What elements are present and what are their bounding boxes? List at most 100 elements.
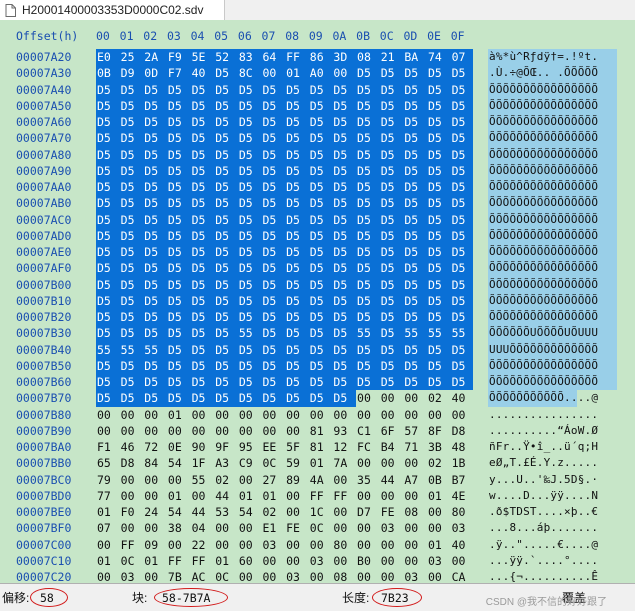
- hex-byte[interactable]: D5: [96, 179, 120, 195]
- ascii-row[interactable]: ñFr..Ÿ•î_..ü´q;H: [489, 439, 629, 455]
- hex-row[interactable]: D5 D5 D5 D5 D5 D5 D5 D5 D5 D5 D5 D5 D5 D5 D5 D5: [96, 277, 474, 293]
- hex-byte[interactable]: D5: [214, 260, 238, 276]
- hex-byte[interactable]: 00: [214, 537, 238, 553]
- hex-row[interactable]: D5 D5 D5 D5 D5 D5 D5 D5 D5 D5 D5 00 00 00 02 40: [96, 390, 474, 406]
- hex-byte[interactable]: D5: [120, 130, 144, 146]
- hex-byte[interactable]: 00: [261, 407, 285, 423]
- hex-byte[interactable]: 00: [356, 569, 380, 583]
- hex-byte[interactable]: D5: [309, 260, 333, 276]
- hex-row[interactable]: D5 D5 D5 D5 D5 D5 D5 D5 D5 D5 D5 D5 D5 D5 D5 D5: [96, 228, 474, 244]
- hex-byte[interactable]: D5: [285, 163, 309, 179]
- hex-byte[interactable]: D5: [191, 293, 215, 309]
- hex-byte[interactable]: D5: [332, 228, 356, 244]
- hex-byte[interactable]: D5: [191, 212, 215, 228]
- hex-byte[interactable]: D5: [261, 358, 285, 374]
- hex-byte[interactable]: 00: [309, 569, 333, 583]
- hex-byte[interactable]: D5: [427, 98, 451, 114]
- hex-byte[interactable]: 00: [96, 423, 120, 439]
- hex-byte[interactable]: D5: [143, 98, 167, 114]
- hex-byte[interactable]: D5: [285, 325, 309, 341]
- hex-byte[interactable]: 00: [191, 488, 215, 504]
- hex-byte[interactable]: D5: [120, 358, 144, 374]
- hex-byte[interactable]: D5: [96, 98, 120, 114]
- hex-row[interactable]: D5 D5 D5 D5 D5 D5 D5 D5 D5 D5 D5 D5 D5 D5 D5 D5: [96, 98, 474, 114]
- hex-byte[interactable]: 00: [403, 407, 427, 423]
- hex-byte[interactable]: D5: [143, 309, 167, 325]
- hex-byte[interactable]: D5: [96, 260, 120, 276]
- hex-byte[interactable]: D5: [261, 228, 285, 244]
- file-tab[interactable]: H20001400003353D0000C02.sdv: [0, 0, 225, 20]
- hex-byte[interactable]: 59: [285, 455, 309, 471]
- hex-byte[interactable]: D5: [214, 293, 238, 309]
- hex-byte[interactable]: 01: [214, 553, 238, 569]
- hex-byte[interactable]: 21: [380, 49, 404, 65]
- hex-row[interactable]: 77 00 00 01 00 44 01 01 00 FF FF 00 00 00 01 4E: [96, 488, 474, 504]
- hex-byte[interactable]: 00: [427, 569, 451, 583]
- hex-byte[interactable]: D5: [167, 358, 191, 374]
- hex-byte[interactable]: D5: [261, 82, 285, 98]
- hex-byte[interactable]: D5: [238, 277, 262, 293]
- hex-byte[interactable]: D5: [143, 179, 167, 195]
- hex-byte[interactable]: D5: [356, 65, 380, 81]
- hex-byte[interactable]: 44: [380, 472, 404, 488]
- hex-byte[interactable]: 00: [403, 520, 427, 536]
- hex-row[interactable]: 0B D9 0D F7 40 D5 8C 00 01 A0 00 D5 D5 D5 D5 D5: [96, 65, 474, 81]
- hex-byte[interactable]: D5: [356, 342, 380, 358]
- hex-byte[interactable]: D5: [309, 358, 333, 374]
- hex-byte[interactable]: 00: [96, 537, 120, 553]
- hex-byte[interactable]: A0: [309, 65, 333, 81]
- hex-byte[interactable]: 00: [261, 569, 285, 583]
- hex-byte[interactable]: 60: [238, 553, 262, 569]
- hex-byte[interactable]: D5: [427, 179, 451, 195]
- hex-byte[interactable]: 84: [143, 455, 167, 471]
- hex-byte[interactable]: D5: [143, 277, 167, 293]
- hex-byte[interactable]: CA: [451, 569, 475, 583]
- hex-byte[interactable]: D5: [356, 277, 380, 293]
- hex-byte[interactable]: 00: [403, 455, 427, 471]
- hex-row[interactable]: 07 00 00 38 04 00 00 E1 FE 0C 00 00 03 00 00 03: [96, 520, 474, 536]
- hex-byte[interactable]: D5: [191, 179, 215, 195]
- hex-byte[interactable]: D5: [261, 325, 285, 341]
- hex-byte[interactable]: FF: [332, 488, 356, 504]
- hex-byte[interactable]: 00: [120, 488, 144, 504]
- hex-byte[interactable]: D5: [285, 179, 309, 195]
- hex-byte[interactable]: 55: [356, 325, 380, 341]
- hex-byte[interactable]: D5: [261, 195, 285, 211]
- hex-byte[interactable]: D5: [380, 260, 404, 276]
- hex-byte[interactable]: 00: [143, 520, 167, 536]
- hex-byte[interactable]: 00: [120, 423, 144, 439]
- hex-byte[interactable]: D5: [96, 195, 120, 211]
- hex-byte[interactable]: D5: [214, 325, 238, 341]
- hex-byte[interactable]: D5: [191, 390, 215, 406]
- hex-byte[interactable]: 00: [285, 488, 309, 504]
- hex-byte[interactable]: D5: [451, 293, 475, 309]
- hex-byte[interactable]: D5: [96, 358, 120, 374]
- hex-byte[interactable]: D5: [403, 228, 427, 244]
- hex-row[interactable]: D5 D5 D5 D5 D5 D5 D5 D5 D5 D5 D5 D5 D5 D5 D5 D5: [96, 130, 474, 146]
- hex-byte[interactable]: 01: [96, 553, 120, 569]
- hex-byte[interactable]: 00: [451, 407, 475, 423]
- hex-byte[interactable]: 1C: [309, 504, 333, 520]
- hex-byte[interactable]: A7: [403, 472, 427, 488]
- hex-byte[interactable]: D5: [238, 163, 262, 179]
- hex-byte[interactable]: D5: [214, 114, 238, 130]
- ascii-row[interactable]: ÕÕÕÕÕÕÕÕÕÕÕÕÕÕÕÕ: [489, 163, 629, 179]
- hex-byte[interactable]: D5: [427, 130, 451, 146]
- hex-byte[interactable]: D5: [332, 374, 356, 390]
- hex-byte[interactable]: D5: [309, 114, 333, 130]
- hex-byte[interactable]: D5: [403, 98, 427, 114]
- hex-byte[interactable]: D5: [356, 212, 380, 228]
- hex-row[interactable]: 55 55 55 D5 D5 D5 D5 D5 D5 D5 D5 D5 D5 D5 D5 D5: [96, 342, 474, 358]
- hex-byte[interactable]: 01: [238, 488, 262, 504]
- hex-byte[interactable]: 08: [356, 49, 380, 65]
- hex-byte[interactable]: 0B: [427, 472, 451, 488]
- hex-byte[interactable]: D5: [285, 147, 309, 163]
- hex-row[interactable]: 00 FF 09 00 22 00 00 03 00 00 80 00 00 00 01 40: [96, 537, 474, 553]
- hex-byte[interactable]: D5: [96, 228, 120, 244]
- hex-byte[interactable]: 00: [380, 553, 404, 569]
- hex-byte[interactable]: D5: [403, 358, 427, 374]
- hex-byte[interactable]: 01: [167, 488, 191, 504]
- hex-byte[interactable]: D5: [451, 342, 475, 358]
- hex-byte[interactable]: D5: [403, 195, 427, 211]
- hex-byte[interactable]: D5: [332, 147, 356, 163]
